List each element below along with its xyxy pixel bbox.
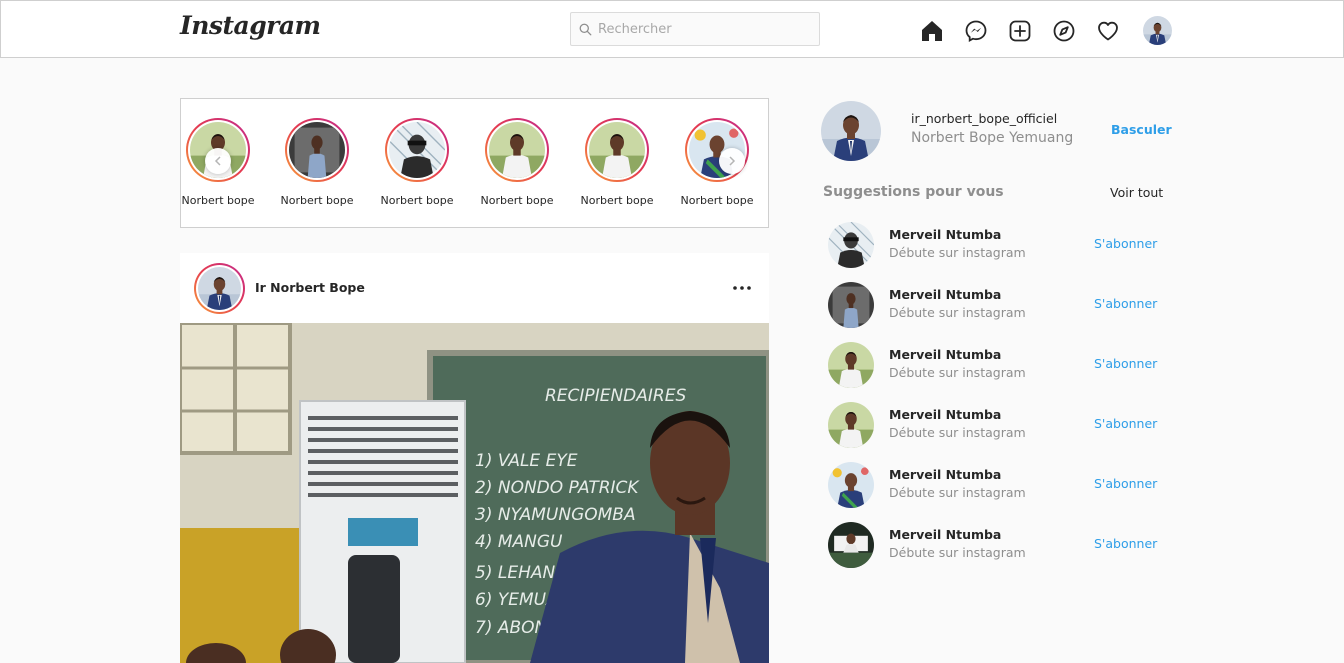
story-avatar	[489, 122, 545, 178]
current-fullname: Norbert Bope Yemuang	[911, 130, 1074, 146]
suggestion-avatar[interactable]	[828, 282, 874, 328]
suggestion-item: Merveil Ntumba Débute sur instagram S'ab…	[828, 402, 1168, 452]
suggestion-item: Merveil Ntumba Débute sur instagram S'ab…	[828, 462, 1168, 512]
chalk-text: RECIPIENDAIRES	[545, 386, 686, 406]
explore-icon[interactable]	[1051, 18, 1077, 44]
current-user-avatar[interactable]	[821, 101, 881, 161]
story-ring	[485, 118, 549, 182]
follow-button[interactable]: S'abonner	[1094, 416, 1157, 431]
chevron-right-icon	[729, 156, 736, 166]
post-image[interactable]: RECIPIENDAIRES 1) VALE EYE 2) NONDO PATR…	[180, 323, 769, 663]
story-ring	[385, 118, 449, 182]
story-ring	[585, 118, 649, 182]
new-post-icon[interactable]	[1007, 18, 1033, 44]
story-avatar	[389, 122, 445, 178]
chalk-text: 4) MANGU	[475, 532, 563, 552]
more-options-icon[interactable]	[728, 275, 756, 301]
feed-post: Ir Norbert Bope RECIPIENDAIRES 1) VALE E…	[180, 253, 769, 663]
story-name: Norbert bope	[181, 194, 255, 207]
top-navbar: Instagram	[0, 0, 1344, 58]
story-avatar	[589, 122, 645, 178]
chalk-text: 1) VALE EYE	[475, 451, 578, 471]
story-name: Norbert bope	[280, 194, 354, 207]
follow-button[interactable]: S'abonner	[1094, 476, 1157, 491]
see-all-button[interactable]: Voir tout	[1110, 185, 1163, 200]
instagram-logo[interactable]: Instagram	[180, 11, 321, 40]
chalk-text: 3) NYAMUNGOMBA	[475, 505, 636, 525]
follow-button[interactable]: S'abonner	[1094, 296, 1157, 311]
messenger-icon[interactable]	[963, 18, 989, 44]
suggestion-name[interactable]: Merveil Ntumba	[889, 527, 1001, 542]
search-box[interactable]	[570, 12, 820, 46]
chevron-left-icon	[214, 156, 221, 166]
suggestion-avatar[interactable]	[828, 402, 874, 448]
suggestion-avatar[interactable]	[828, 522, 874, 568]
suggestion-item: Merveil Ntumba Débute sur instagram S'ab…	[828, 342, 1168, 392]
suggestion-subtitle: Débute sur instagram	[889, 365, 1026, 380]
suggestion-subtitle: Débute sur instagram	[889, 425, 1026, 440]
home-icon[interactable]	[919, 18, 945, 44]
profile-avatar[interactable]	[1143, 16, 1172, 45]
story-avatar	[289, 122, 345, 178]
suggestion-avatar[interactable]	[828, 462, 874, 508]
suggestion-name[interactable]: Merveil Ntumba	[889, 407, 1001, 422]
story-name: Norbert bope	[580, 194, 654, 207]
stories-next-button[interactable]	[719, 148, 745, 174]
chalk-text: 2) NONDO PATRICK	[475, 478, 640, 498]
switch-account-button[interactable]: Basculer	[1111, 122, 1172, 137]
suggestion-subtitle: Débute sur instagram	[889, 485, 1026, 500]
suggestion-avatar[interactable]	[828, 342, 874, 388]
heart-icon[interactable]	[1095, 18, 1121, 44]
suggestion-item: Merveil Ntumba Débute sur instagram S'ab…	[828, 522, 1168, 572]
suggestion-subtitle: Débute sur instagram	[889, 305, 1026, 320]
follow-button[interactable]: S'abonner	[1094, 356, 1157, 371]
follow-button[interactable]: S'abonner	[1094, 236, 1157, 251]
suggestion-name[interactable]: Merveil Ntumba	[889, 227, 1001, 242]
follow-button[interactable]: S'abonner	[1094, 536, 1157, 551]
suggestion-name[interactable]: Merveil Ntumba	[889, 287, 1001, 302]
chalk-text: 5) LEHANI	[475, 563, 560, 583]
suggestion-name[interactable]: Merveil Ntumba	[889, 467, 1001, 482]
search-input[interactable]	[598, 21, 808, 37]
current-username[interactable]: ir_norbert_bope_officiel	[911, 111, 1057, 126]
story-item[interactable]: Norbert bope	[677, 118, 757, 207]
story-name: Norbert bope	[480, 194, 554, 207]
story-item[interactable]: Norbert bope	[377, 118, 457, 207]
story-item[interactable]: Norbert bope	[477, 118, 557, 207]
suggestion-avatar[interactable]	[828, 222, 874, 268]
suggestion-subtitle: Débute sur instagram	[889, 545, 1026, 560]
suggestion-item: Merveil Ntumba Débute sur instagram S'ab…	[828, 282, 1168, 332]
suggestion-subtitle: Débute sur instagram	[889, 245, 1026, 260]
suggestion-item: Merveil Ntumba Débute sur instagram S'ab…	[828, 222, 1168, 272]
story-name: Norbert bope	[680, 194, 754, 207]
suggestions-title: Suggestions pour vous	[823, 184, 1004, 200]
stories-prev-button[interactable]	[205, 148, 231, 174]
story-name: Norbert bope	[380, 194, 454, 207]
suggestion-name[interactable]: Merveil Ntumba	[889, 347, 1001, 362]
post-header: Ir Norbert Bope	[180, 253, 769, 323]
story-item[interactable]: Norbert bope	[577, 118, 657, 207]
post-author-avatar[interactable]	[194, 263, 245, 314]
search-icon	[579, 23, 592, 35]
stories-tray: Norbert bope Norbert bope Norbert bope N…	[180, 98, 769, 228]
story-item[interactable]: Norbert bope	[277, 118, 357, 207]
story-ring	[285, 118, 349, 182]
nav-icons	[919, 16, 1172, 45]
post-author-name[interactable]: Ir Norbert Bope	[255, 280, 365, 295]
